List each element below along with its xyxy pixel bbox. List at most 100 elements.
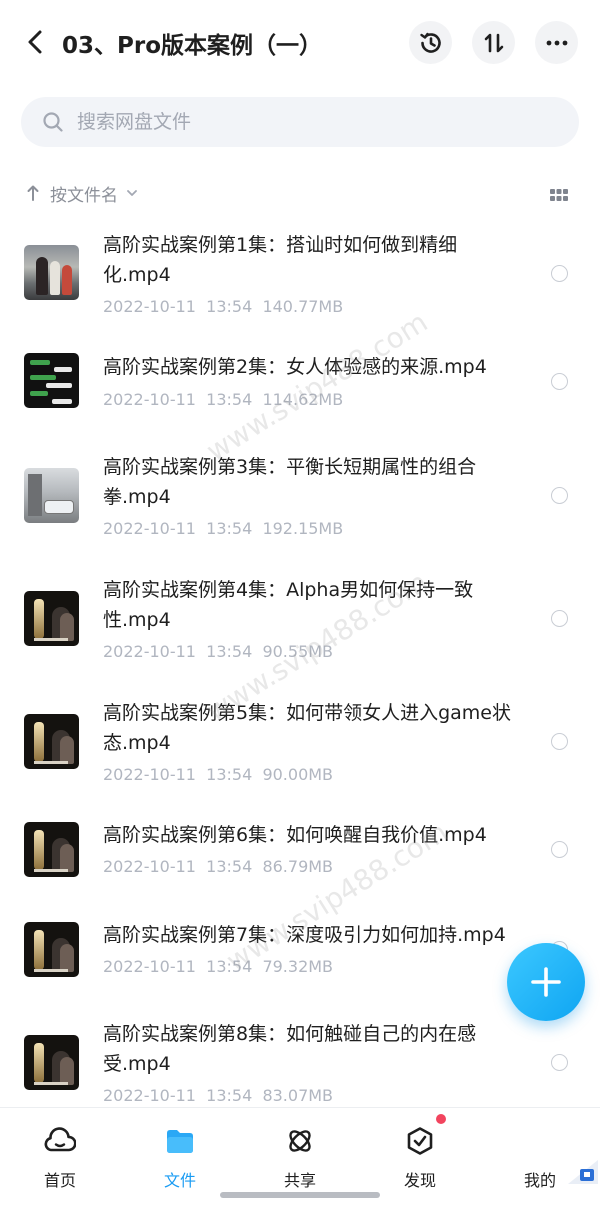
plus-icon xyxy=(531,967,561,997)
folder-icon xyxy=(163,1124,197,1158)
file-size: 90.55MB xyxy=(262,642,334,661)
nav-files[interactable]: 文件 xyxy=(140,1124,220,1192)
file-name: 高阶实战案例第1集：搭讪时如何做到精细化.mp4 xyxy=(103,234,458,286)
page-title: 03、Pro版本案例（一） xyxy=(62,33,323,59)
nav-home[interactable]: 首页 xyxy=(20,1124,100,1192)
file-size: 140.77MB xyxy=(262,297,344,316)
profile-icon xyxy=(523,1124,557,1158)
file-name: 高阶实战案例第8集：如何触碰自己的内在感受.mp4 xyxy=(103,1023,477,1075)
sort-label: 按文件名 xyxy=(50,185,118,206)
history-icon xyxy=(419,32,441,53)
grid-view-button[interactable] xyxy=(548,184,570,206)
file-size: 114.62MB xyxy=(262,390,344,409)
file-name: 高阶实战案例第6集：如何唤醒自我价值.mp4 xyxy=(103,824,487,846)
select-radio[interactable] xyxy=(551,265,568,282)
more-icon xyxy=(546,40,567,45)
select-radio[interactable] xyxy=(551,487,568,504)
file-meta: 2022-10-11 13:54 114.62MB xyxy=(103,390,343,409)
nav-label: 共享 xyxy=(283,1171,316,1190)
file-date: 2022-10-11 xyxy=(103,1086,196,1105)
video-thumbnail xyxy=(24,591,79,646)
file-row[interactable]: 高阶实战案例第3集：平衡长短期属性的组合拳.mp4 2022-10-11 13:… xyxy=(0,441,600,551)
select-radio[interactable] xyxy=(551,373,568,390)
sort-bar: 按文件名 xyxy=(0,172,600,212)
grid-view-icon xyxy=(550,189,568,201)
file-time: 13:54 xyxy=(206,390,253,409)
file-meta: 2022-10-11 13:54 79.32MB xyxy=(103,957,333,976)
file-name: 高阶实战案例第2集：女人体验感的来源.mp4 xyxy=(103,356,487,378)
file-row[interactable]: 高阶实战案例第2集：女人体验感的来源.mp4 2022-10-11 13:54 … xyxy=(0,340,600,430)
share-icon xyxy=(283,1124,317,1158)
file-date: 2022-10-11 xyxy=(103,765,196,784)
video-thumbnail xyxy=(24,1035,79,1090)
video-thumbnail xyxy=(24,922,79,977)
more-button[interactable] xyxy=(535,21,578,64)
file-size: 192.15MB xyxy=(262,519,344,538)
file-date: 2022-10-11 xyxy=(103,297,196,316)
arrow-up-icon xyxy=(27,185,39,201)
nav-share[interactable]: 共享 xyxy=(260,1124,340,1192)
back-button[interactable] xyxy=(18,24,52,60)
notification-badge xyxy=(436,1114,446,1124)
file-size: 86.79MB xyxy=(262,857,334,876)
home-indicator[interactable] xyxy=(220,1192,380,1198)
nav-discover[interactable]: 发现 xyxy=(380,1124,460,1192)
file-date: 2022-10-11 xyxy=(103,642,196,661)
select-radio[interactable] xyxy=(551,733,568,750)
discover-icon xyxy=(403,1124,437,1158)
video-thumbnail xyxy=(24,468,79,523)
file-time: 13:54 xyxy=(206,642,253,661)
nav-label: 发现 xyxy=(403,1171,436,1190)
file-meta: 2022-10-11 13:54 192.15MB xyxy=(103,519,343,538)
nav-label: 文件 xyxy=(163,1171,196,1190)
file-name: 高阶实战案例第5集：如何带领女人进入game状态.mp4 xyxy=(103,702,511,754)
file-date: 2022-10-11 xyxy=(103,519,196,538)
search-bar[interactable] xyxy=(21,97,579,147)
file-size: 79.32MB xyxy=(262,957,334,976)
search-input[interactable] xyxy=(77,111,547,133)
file-meta: 2022-10-11 13:54 83.07MB xyxy=(103,1086,333,1105)
file-time: 13:54 xyxy=(206,765,253,784)
file-row[interactable]: 高阶实战案例第1集：搭讪时如何做到精细化.mp4 2022-10-11 13:5… xyxy=(0,218,600,328)
nav-label: 首页 xyxy=(43,1171,76,1190)
select-radio[interactable] xyxy=(551,841,568,858)
history-button[interactable] xyxy=(409,21,452,64)
nav-label: 我的 xyxy=(523,1171,556,1190)
file-date: 2022-10-11 xyxy=(103,857,196,876)
video-thumbnail xyxy=(24,245,79,300)
chevron-down-icon xyxy=(126,189,138,197)
home-icon xyxy=(43,1124,77,1158)
file-date: 2022-10-11 xyxy=(103,390,196,409)
corner-logo-icon xyxy=(566,1152,600,1186)
file-meta: 2022-10-11 13:54 140.77MB xyxy=(103,297,343,316)
sort-icon xyxy=(484,33,503,52)
select-radio[interactable] xyxy=(551,1054,568,1071)
add-button[interactable] xyxy=(507,943,585,1021)
file-time: 13:54 xyxy=(206,1086,253,1105)
file-row[interactable]: 高阶实战案例第6集：如何唤醒自我价值.mp4 2022-10-11 13:54 … xyxy=(0,809,600,899)
file-time: 13:54 xyxy=(206,297,253,316)
file-time: 13:54 xyxy=(206,957,253,976)
file-row[interactable]: 高阶实战案例第8集：如何触碰自己的内在感受.mp4 2022-10-11 13:… xyxy=(0,1008,600,1108)
search-icon xyxy=(41,110,65,134)
sort-order-button[interactable] xyxy=(472,21,515,64)
file-size: 83.07MB xyxy=(262,1086,334,1105)
sort-by-name-button[interactable]: 按文件名 xyxy=(26,178,138,208)
header: 03、Pro版本案例（一） xyxy=(0,0,600,86)
back-icon xyxy=(28,30,42,54)
file-row[interactable]: 高阶实战案例第4集：Alpha男如何保持一致性.mp4 2022-10-11 1… xyxy=(0,564,600,674)
video-thumbnail xyxy=(24,714,79,769)
file-meta: 2022-10-11 13:54 86.79MB xyxy=(103,857,333,876)
file-meta: 2022-10-11 13:54 90.55MB xyxy=(103,642,333,661)
select-radio[interactable] xyxy=(551,610,568,627)
file-time: 13:54 xyxy=(206,519,253,538)
file-date: 2022-10-11 xyxy=(103,957,196,976)
file-name: 高阶实战案例第4集：Alpha男如何保持一致性.mp4 xyxy=(103,579,474,631)
file-size: 90.00MB xyxy=(262,765,334,784)
video-thumbnail xyxy=(24,822,79,877)
video-thumbnail xyxy=(24,353,79,408)
file-name: 高阶实战案例第3集：平衡长短期属性的组合拳.mp4 xyxy=(103,456,477,508)
file-row[interactable]: 高阶实战案例第5集：如何带领女人进入game状态.mp4 2022-10-11 … xyxy=(0,687,600,797)
file-time: 13:54 xyxy=(206,857,253,876)
file-meta: 2022-10-11 13:54 90.00MB xyxy=(103,765,333,784)
